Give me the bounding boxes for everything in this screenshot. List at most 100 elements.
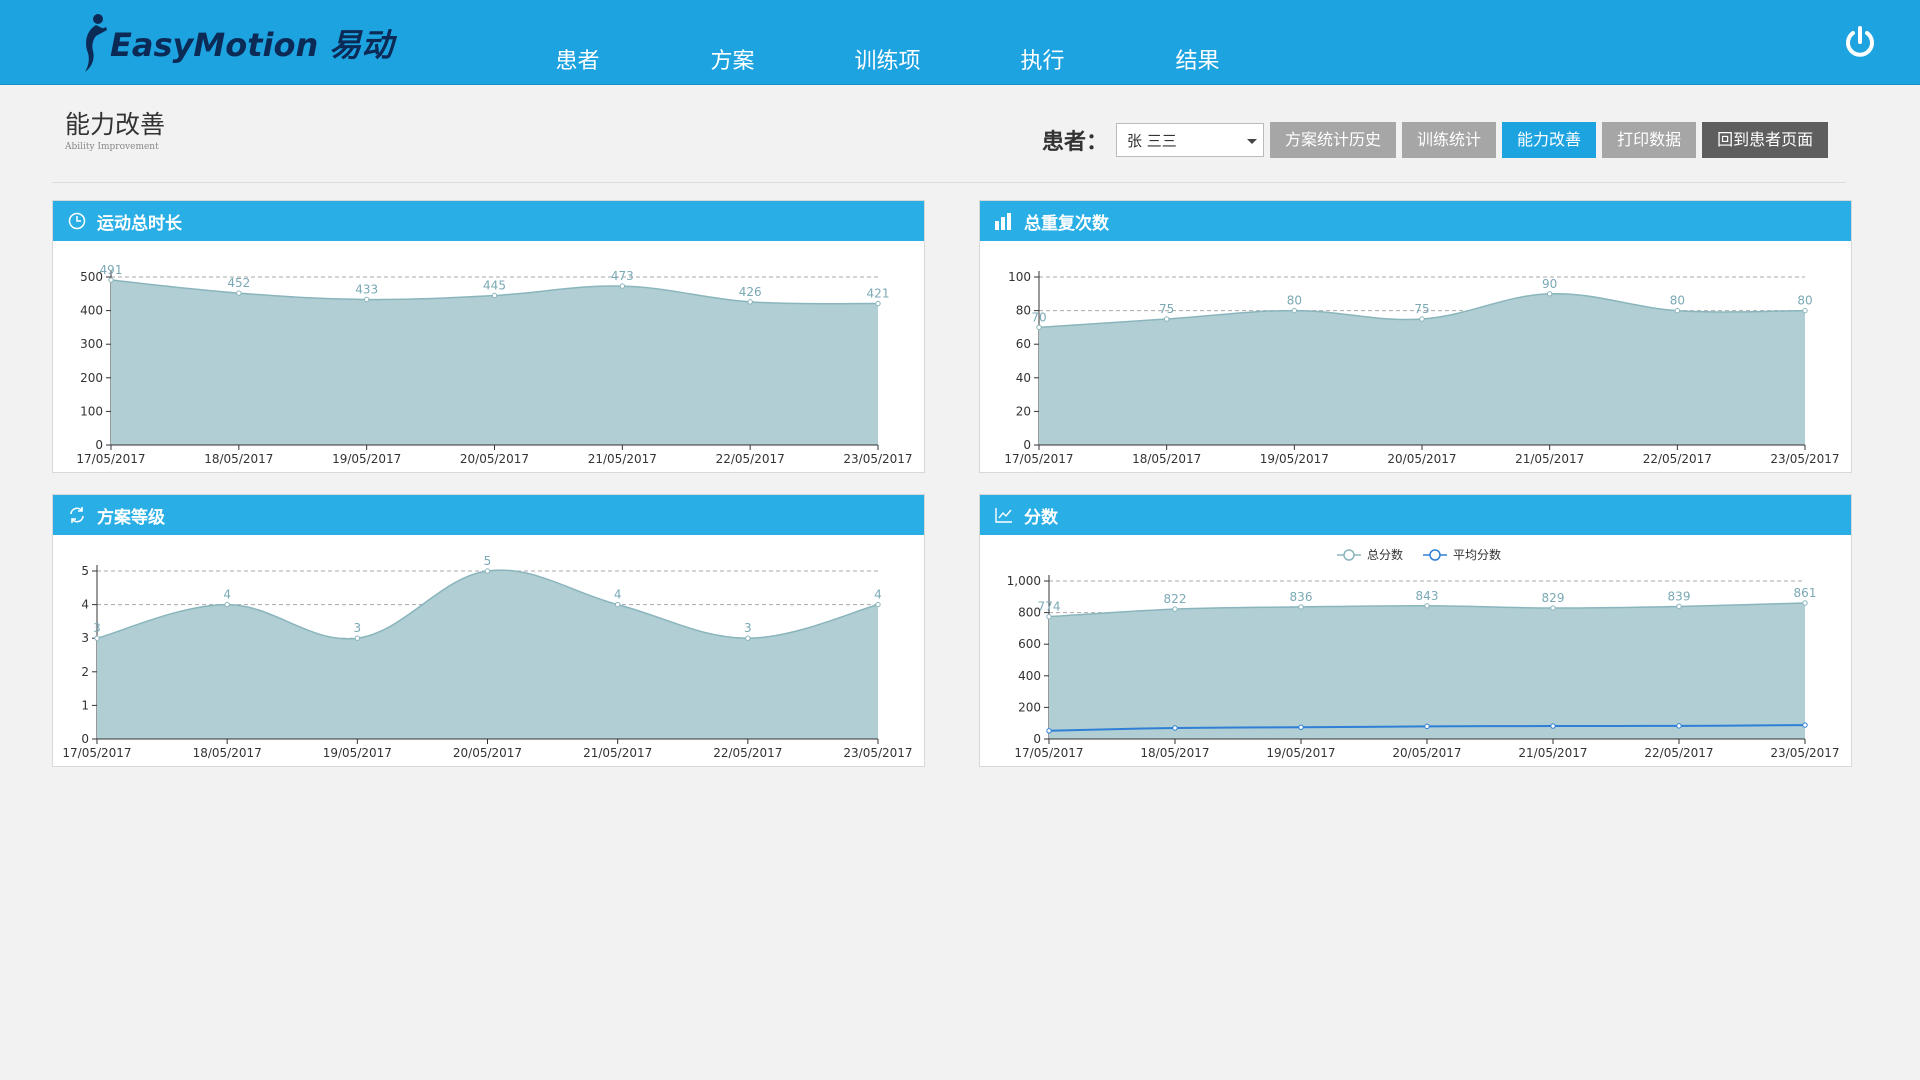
x-tick-label: 17/05/2017 (1014, 746, 1083, 760)
y-tick-label: 1 (81, 698, 89, 712)
data-label: 491 (100, 263, 123, 277)
legend-label: 总分数 (1367, 547, 1403, 562)
training-stats-button[interactable]: 训练统计 (1402, 122, 1497, 158)
data-label: 473 (611, 269, 634, 283)
data-label: 836 (1290, 590, 1313, 604)
bar-chart-icon (994, 211, 1014, 231)
y-tick-label: 5 (81, 564, 89, 578)
data-label: 75 (1159, 302, 1174, 316)
y-tick-label: 400 (80, 304, 103, 318)
x-tick-label: 20/05/2017 (460, 452, 529, 466)
data-point (491, 292, 498, 299)
data-label: 426 (739, 285, 762, 299)
refresh-icon (67, 505, 87, 525)
y-tick-label: 2 (81, 665, 89, 679)
series-area (1049, 602, 1805, 739)
toolbar: 患者： 张 三三 方案统计历史 训练统计 能力改善 打印数据 回到患者页面 (1042, 122, 1829, 158)
y-tick-label: 0 (95, 438, 103, 452)
x-tick-label: 22/05/2017 (713, 746, 782, 760)
x-tick-label: 19/05/2017 (1266, 746, 1335, 760)
nav-item-results[interactable]: 结果 (1120, 40, 1275, 84)
ability-improvement-button[interactable]: 能力改善 (1502, 122, 1597, 158)
data-point (1298, 604, 1304, 610)
nav-item-execute[interactable]: 执行 (965, 40, 1120, 84)
nav-item-plans[interactable]: 方案 (655, 40, 810, 84)
x-tick-label: 19/05/2017 (323, 746, 392, 760)
panel-exercise-duration: 运动总时长 0 100 200 300 400 500 491 452 433 445 473 426… (52, 200, 925, 473)
data-point (875, 300, 881, 307)
data-point (875, 601, 881, 608)
panel-header: 分数 (980, 495, 1851, 535)
y-tick-label: 300 (80, 337, 103, 351)
page-title-block: 能力改善 Ability Improvement (65, 110, 165, 152)
data-point (1424, 723, 1430, 730)
data-point (484, 568, 491, 574)
data-label: 774 (1038, 600, 1061, 614)
logo-text: EasyMotion 易动 (110, 26, 394, 64)
data-point (1546, 291, 1553, 297)
data-label: 421 (867, 287, 890, 301)
data-label: 5 (484, 554, 492, 568)
panel-total-reps: 总重复次数 0 20 40 60 80 100 70 75 80 75 90 80 80 17/05/20… (979, 200, 1852, 473)
patient-select-value: 张 三三 (1127, 132, 1177, 150)
power-icon[interactable] (1842, 24, 1878, 60)
data-point (236, 290, 242, 296)
data-point (1424, 603, 1430, 609)
line-chart-icon (994, 505, 1014, 525)
x-tick-label: 23/05/2017 (1770, 452, 1839, 466)
patient-label: 患者： (1042, 130, 1109, 155)
data-point (1676, 723, 1682, 729)
top-navigation-bar: EasyMotion 易动 患者 方案 训练项 执行 结果 (0, 0, 1920, 85)
panel-title: 方案等级 (97, 507, 165, 528)
series-area (97, 570, 878, 739)
x-tick-label: 19/05/2017 (1260, 452, 1329, 466)
data-point (614, 601, 621, 608)
y-tick-label: 3 (81, 631, 89, 645)
data-point (363, 296, 370, 303)
x-tick-label: 21/05/2017 (1515, 452, 1584, 466)
panel-header: 运动总时长 (53, 201, 924, 241)
data-point (108, 277, 114, 283)
series-area (111, 280, 878, 445)
x-tick-label: 22/05/2017 (716, 452, 785, 466)
data-label: 861 (1794, 586, 1817, 600)
nav-item-patients[interactable]: 患者 (500, 40, 655, 84)
data-point (747, 299, 753, 305)
nav-item-training[interactable]: 训练项 (810, 40, 965, 84)
x-tick-label: 20/05/2017 (1387, 452, 1456, 466)
data-point (1550, 723, 1556, 729)
data-label: 3 (93, 621, 101, 635)
divider (52, 182, 1846, 183)
chart-total-reps: 0 20 40 60 80 100 70 75 80 75 90 80 80 17/05/2017 18/0… (1004, 270, 1839, 466)
x-tick-label: 23/05/2017 (843, 746, 912, 760)
patient-select[interactable]: 张 三三 (1116, 123, 1265, 157)
x-tick-label: 18/05/2017 (193, 746, 262, 760)
data-label: 445 (483, 278, 506, 292)
y-tick-label: 40 (1016, 371, 1031, 385)
legend-marker (1429, 549, 1441, 561)
data-point (1802, 722, 1808, 728)
data-label: 75 (1414, 302, 1429, 316)
y-tick-label: 4 (81, 598, 89, 612)
clock-icon (67, 211, 87, 231)
page-title: 能力改善 (65, 110, 166, 139)
x-tick-label: 18/05/2017 (204, 452, 273, 466)
data-point (1046, 614, 1052, 620)
plan-history-button[interactable]: 方案统计历史 (1270, 122, 1397, 158)
print-data-button[interactable]: 打印数据 (1602, 122, 1697, 158)
panel-header: 方案等级 (53, 495, 924, 535)
app-logo[interactable]: EasyMotion 易动 (82, 12, 393, 74)
y-tick-label: 0 (81, 732, 89, 746)
y-tick-label: 0 (1023, 438, 1031, 452)
panel-title: 分数 (1024, 507, 1058, 528)
data-point (1298, 724, 1304, 731)
chart-score: 02004006008001,000774822 836 843 829 839 8611… (1007, 547, 1840, 760)
x-tick-label: 19/05/2017 (332, 452, 401, 466)
data-point (619, 283, 626, 289)
data-point (1163, 316, 1170, 322)
panel-title: 总重复次数 (1024, 213, 1109, 234)
legend-label: 平均分数 (1453, 547, 1501, 562)
x-tick-label: 21/05/2017 (1518, 746, 1587, 760)
back-to-patient-button[interactable]: 回到患者页面 (1702, 122, 1829, 158)
data-label: 80 (1287, 294, 1302, 308)
